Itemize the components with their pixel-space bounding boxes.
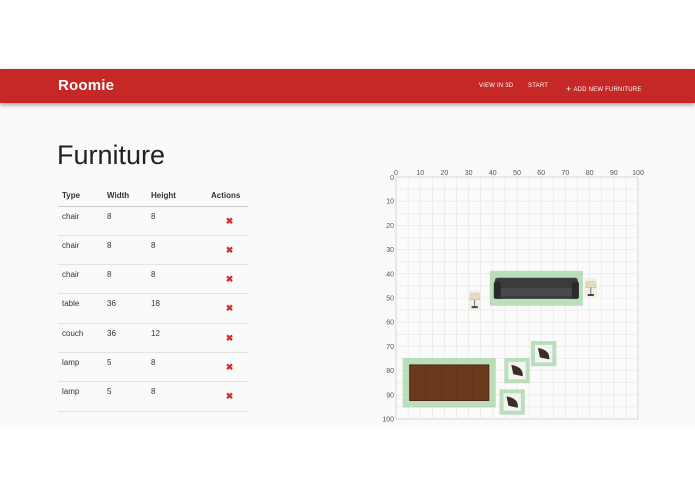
cell-height: 8 (147, 264, 207, 295)
cell-height: 8 (147, 352, 207, 383)
delete-icon[interactable]: ✖ (226, 303, 234, 313)
plus-icon: + (566, 84, 572, 94)
lamp-shade (585, 281, 597, 288)
room-grid[interactable]: 0 10 20 30 40 50 60 70 80 90 100 10 20 30 40 50 60 70 80 90… (380, 166, 650, 426)
delete-icon[interactable]: ✖ (226, 333, 234, 343)
furniture-table: Type Width Height Actions chair 8 8 ✖ chair 8… (58, 186, 248, 412)
x-tick-label: 80 (586, 170, 594, 177)
cell-type: chair (58, 206, 103, 236)
cell-actions: ✖ (207, 293, 248, 324)
cell-actions: ✖ (207, 235, 248, 266)
cell-width: 5 (103, 381, 147, 412)
cell-actions: ✖ (207, 264, 248, 295)
cell-actions: ✖ (207, 323, 248, 353)
cell-type: lamp (58, 381, 103, 412)
cell-height: 12 (147, 323, 207, 353)
delete-icon[interactable]: ✖ (226, 216, 234, 226)
y-tick-label: 30 (386, 247, 394, 254)
column-header-type: Type (58, 186, 103, 207)
cell-type: chair (58, 264, 103, 295)
cell-height: 8 (147, 381, 207, 412)
table-row: couch 36 12 ✖ (58, 323, 248, 353)
y-tick-label: 100 (382, 417, 394, 424)
couch-cushions (500, 287, 572, 296)
top-navbar: Roomie VIEW IN 3D START + ADD NEW FURNITU… (0, 69, 695, 103)
x-tick-label: 40 (489, 170, 497, 177)
y-tick-label: 10 (386, 199, 394, 206)
cell-type: table (58, 293, 103, 324)
x-tick-label: 10 (416, 170, 424, 177)
cell-height: 18 (147, 293, 207, 324)
x-tick-label: 20 (441, 170, 449, 177)
origin-label: 0 (390, 175, 394, 182)
couch-arm-left (493, 281, 501, 299)
column-header-height: Height (147, 186, 207, 207)
y-tick-label: 70 (386, 344, 394, 351)
couch-arm-right (571, 281, 579, 299)
table-row: table 36 18 ✖ (58, 293, 248, 324)
table-body[interactable] (409, 364, 490, 401)
table-header-row: Type Width Height Actions (58, 186, 248, 207)
x-tick-label: 30 (465, 170, 473, 177)
cell-actions: ✖ (207, 381, 248, 412)
y-tick-label: 80 (386, 368, 394, 375)
cell-actions: ✖ (207, 352, 248, 383)
cell-width: 5 (103, 352, 147, 383)
lamp-base (587, 294, 594, 296)
x-tick-label: 90 (610, 170, 618, 177)
delete-icon[interactable]: ✖ (226, 391, 234, 401)
cell-actions: ✖ (207, 206, 248, 236)
y-tick-label: 90 (386, 392, 394, 399)
delete-icon[interactable]: ✖ (226, 274, 234, 284)
cell-width: 8 (103, 264, 147, 295)
y-tick-label: 40 (386, 271, 394, 278)
table-row: lamp 5 8 ✖ (58, 352, 248, 383)
x-tick-label: 0 (394, 170, 398, 177)
y-tick-label: 60 (386, 320, 394, 327)
table-row: chair 8 8 ✖ (58, 206, 248, 236)
x-tick-label: 70 (562, 170, 570, 177)
lamp-base (471, 306, 478, 309)
cell-type: lamp (58, 352, 103, 383)
cell-type: couch (58, 323, 103, 353)
view-in-3d-link[interactable]: VIEW IN 3D (479, 83, 513, 89)
add-furniture-link[interactable]: + ADD NEW FURNITURE (566, 83, 642, 94)
lamp-shade (469, 293, 480, 300)
y-tick-label: 50 (386, 296, 394, 303)
table-row: chair 8 8 ✖ (58, 235, 248, 266)
cell-width: 36 (103, 293, 147, 324)
cell-height: 8 (147, 235, 207, 266)
furniture-table-body: chair 8 8 ✖ chair 8 8 ✖ chair 8 8 ✖ table 36 18 ✖ couch 3… (58, 206, 248, 412)
add-furniture-label: ADD NEW FURNITURE (573, 87, 642, 93)
page-title: Furniture (57, 140, 166, 170)
delete-icon[interactable]: ✖ (226, 245, 234, 255)
delete-icon[interactable]: ✖ (226, 362, 234, 372)
cell-height: 8 (147, 206, 207, 236)
brand-logo[interactable]: Roomie (58, 77, 114, 94)
table-row: lamp 5 8 ✖ (58, 381, 248, 412)
table-row: chair 8 8 ✖ (58, 264, 248, 295)
cell-width: 8 (103, 206, 147, 236)
column-header-width: Width (103, 186, 147, 207)
y-tick-label: 20 (386, 223, 394, 230)
start-link[interactable]: START (528, 83, 548, 89)
column-header-actions: Actions (207, 186, 248, 207)
x-tick-label: 60 (537, 170, 545, 177)
x-tick-label: 100 (632, 170, 644, 177)
cell-width: 36 (103, 323, 147, 353)
x-tick-label: 50 (513, 170, 521, 177)
cell-type: chair (58, 235, 103, 266)
cell-width: 8 (103, 235, 147, 266)
